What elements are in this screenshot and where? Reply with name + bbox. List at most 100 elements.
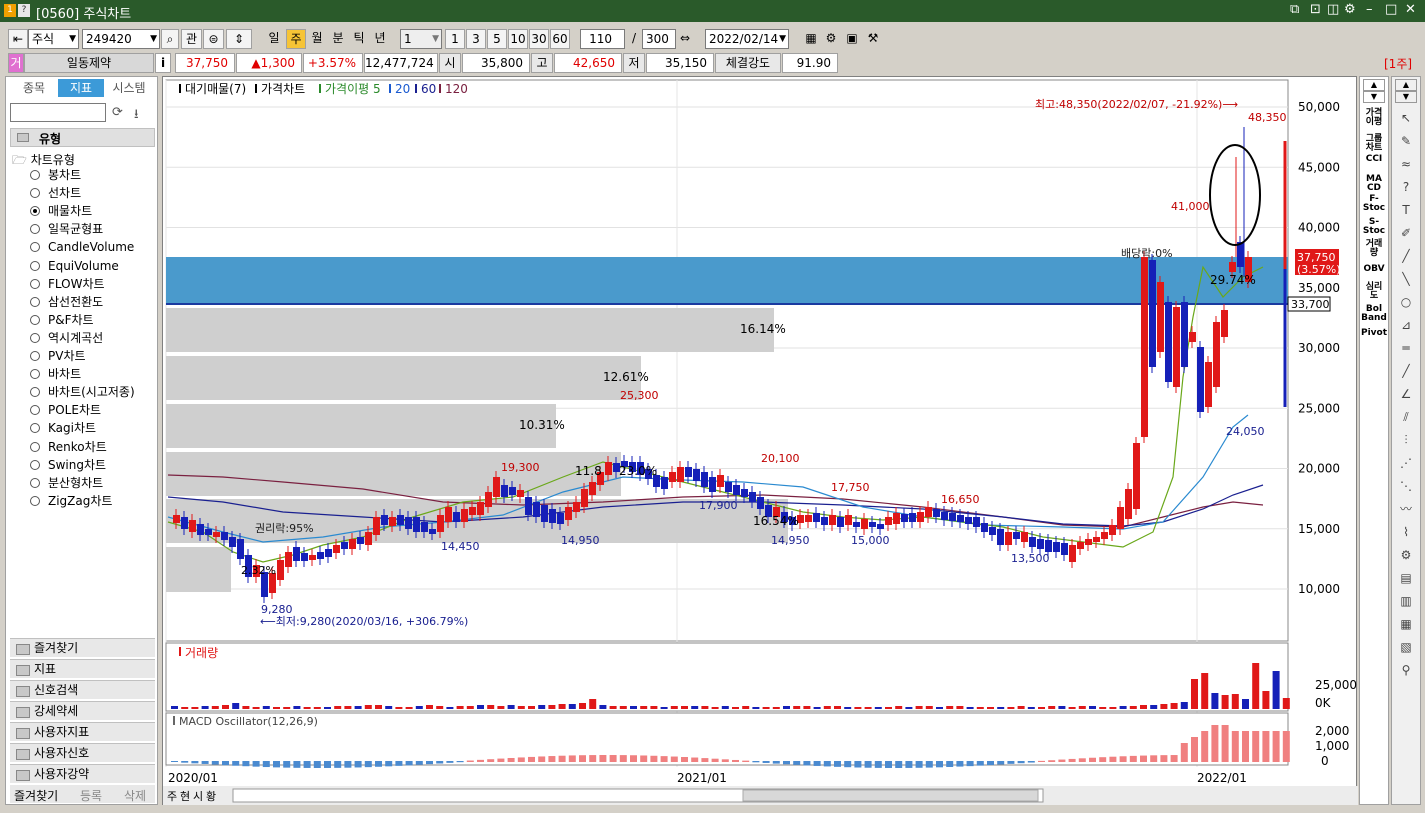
indicator-shortcut[interactable]: S- Stoc [1360,218,1388,236]
list-icon[interactable]: ▥ [1398,594,1414,608]
chart-type-option[interactable]: PV차트 [30,348,86,364]
chart-type-option[interactable]: EquiVolume [30,258,119,274]
scroll-down-icon[interactable]: ▼ [1395,91,1417,103]
period-day[interactable]: 일 [264,29,284,49]
chart-type-option[interactable]: 바차트(시고저종) [30,384,135,400]
prev-stock-icon[interactable]: ⇤ [8,29,28,49]
gann-icon[interactable]: ⋱ [1398,479,1414,493]
wave-tool-icon[interactable]: 〰 [1398,502,1414,516]
scroll-up-icon[interactable]: ▲ [1395,79,1417,91]
wave-icon[interactable]: ≈ [1398,157,1414,171]
chart-type-option[interactable]: 봉차트 [30,167,81,183]
indicator-shortcut[interactable]: F- Stoc [1360,195,1388,213]
triangle-icon[interactable]: ⊿ [1398,318,1414,332]
folder-item[interactable]: 신호검색 [10,680,155,699]
quick-10[interactable]: 10 [508,29,528,49]
indicator-search-input[interactable] [10,103,106,122]
gwan-button[interactable]: 관 [181,29,202,49]
minimize-icon[interactable]: – [1366,2,1373,17]
download-icon[interactable]: ⭳ [134,105,139,127]
tab-system[interactable]: 시스템 [104,79,154,97]
delete-button[interactable]: 삭제 [124,787,146,804]
cycle-icon[interactable]: ⌇ [1398,525,1414,539]
chart-type-option[interactable]: 역시계곡선 [30,330,103,346]
horizontal-line-icon[interactable]: ═ [1398,341,1414,355]
code-input[interactable]: 249420 ▼ [82,29,160,49]
indicator-shortcut[interactable]: Bol Band [1360,305,1388,323]
trend-line-icon[interactable]: ╱ [1398,364,1414,378]
chart-settings-icon[interactable]: ▦ [802,29,820,49]
fibonacci-icon[interactable]: ⫶ [1398,433,1414,447]
folder-item[interactable]: 강세약세 [10,701,155,720]
screenshot-icon[interactable]: ◫ [1327,2,1339,17]
indicator-shortcut[interactable]: OBV [1360,265,1388,274]
chart-type-option[interactable]: 선차트 [30,185,81,201]
gear-icon[interactable]: ⚙ [1344,2,1356,17]
circle-icon[interactable]: ○ [1398,295,1414,309]
favorites-tab[interactable]: 즐겨찾기 [14,787,58,804]
section-header[interactable]: 유형 [10,128,155,147]
refresh-icon[interactable]: ⟳ [112,105,123,120]
register-button[interactable]: 등록 [80,787,102,804]
quick-60[interactable]: 60 [550,29,570,49]
quick-1[interactable]: 1 [445,29,465,49]
save-icon[interactable]: ▣ [843,29,861,49]
stepper-icon[interactable]: ⇕ [226,29,252,49]
gear-icon[interactable]: ⚙ [822,29,840,49]
range-icon[interactable]: ⇔ [677,29,693,49]
help-icon[interactable]: ? [18,4,30,17]
count-stepper[interactable]: 110 [580,29,625,49]
link-icon[interactable]: ⧉ [1290,2,1299,17]
chart-type-option[interactable]: 매물차트 [30,203,92,219]
chart-type-option[interactable]: Renko차트 [30,439,107,455]
chart-type-option[interactable]: 바차트 [30,366,81,382]
toggle-icon[interactable]: ⊜ [203,29,224,49]
folder-item[interactable]: 사용자지표 [10,722,155,741]
quick-30[interactable]: 30 [529,29,549,49]
line-icon[interactable]: ╱ [1398,249,1414,263]
chart-type-option[interactable]: Swing차트 [30,457,106,473]
period-week[interactable]: 주 [286,29,306,49]
unit-select[interactable]: 1 ▼ [400,29,442,49]
period-month[interactable]: 월 [307,29,327,49]
search-icon[interactable]: ⌕ [161,29,179,49]
indicator-shortcut[interactable]: MA CD [1360,175,1388,193]
chart-type-option[interactable]: 일목균형표 [30,221,103,237]
tools-icon[interactable]: ⚒ [864,29,882,49]
tab-indicator[interactable]: 지표 [58,79,104,97]
chart-type-option[interactable]: POLE차트 [30,402,101,418]
chart-area[interactable]: 50,000 45,000 40,000 35,000 30,000 25,000 20,0… [162,76,1366,805]
report-icon[interactable]: ▧ [1398,640,1414,654]
scroll-up-icon[interactable]: ▲ [1363,79,1385,91]
indicator-shortcut[interactable]: Pivot [1360,329,1388,338]
fan-icon[interactable]: ⋰ [1398,456,1414,470]
scroll-down-icon[interactable]: ▼ [1363,91,1385,103]
info-icon[interactable]: i [155,53,171,73]
period-tick[interactable]: 틱 [349,29,369,49]
chart-type-option[interactable]: FLOW차트 [30,276,105,292]
date-picker[interactable]: 2022/02/14 ▼ [705,29,789,49]
diagonal-icon[interactable]: ╲ [1398,272,1414,286]
pencil-icon[interactable]: ✎ [1398,134,1414,148]
settings-window-icon[interactable]: ⊡ [1310,2,1321,17]
period-year[interactable]: 년 [370,29,390,49]
close-icon[interactable]: ✕ [1405,2,1416,17]
chart-type-option[interactable]: ZigZag차트 [30,493,112,509]
maximize-icon[interactable]: □ [1385,2,1397,17]
indicator-shortcut[interactable]: 가격 이평 [1360,109,1388,127]
folder-item[interactable]: 즐겨찾기 [10,638,155,657]
brush-icon[interactable]: ✐ [1398,226,1414,240]
indicator-shortcut[interactable]: 거래 량 [1360,240,1388,258]
folder-item[interactable]: 사용자강약 [10,764,155,783]
total-input[interactable]: 300 [642,29,676,49]
auto-icon[interactable]: ⚙ [1398,548,1414,562]
folder-item[interactable]: 지표 [10,659,155,678]
indicator-shortcut[interactable]: CCI [1360,155,1388,164]
magnet-icon[interactable]: ⚲ [1398,663,1414,677]
quick-5[interactable]: 5 [487,29,507,49]
indicator-shortcut[interactable]: 그룹 차트 [1360,135,1388,153]
grid-icon[interactable]: ▤ [1398,571,1414,585]
angle-icon[interactable]: ∠ [1398,387,1414,401]
table-icon[interactable]: ▦ [1398,617,1414,631]
chart-type-option[interactable]: 삼선전환도 [30,294,103,310]
